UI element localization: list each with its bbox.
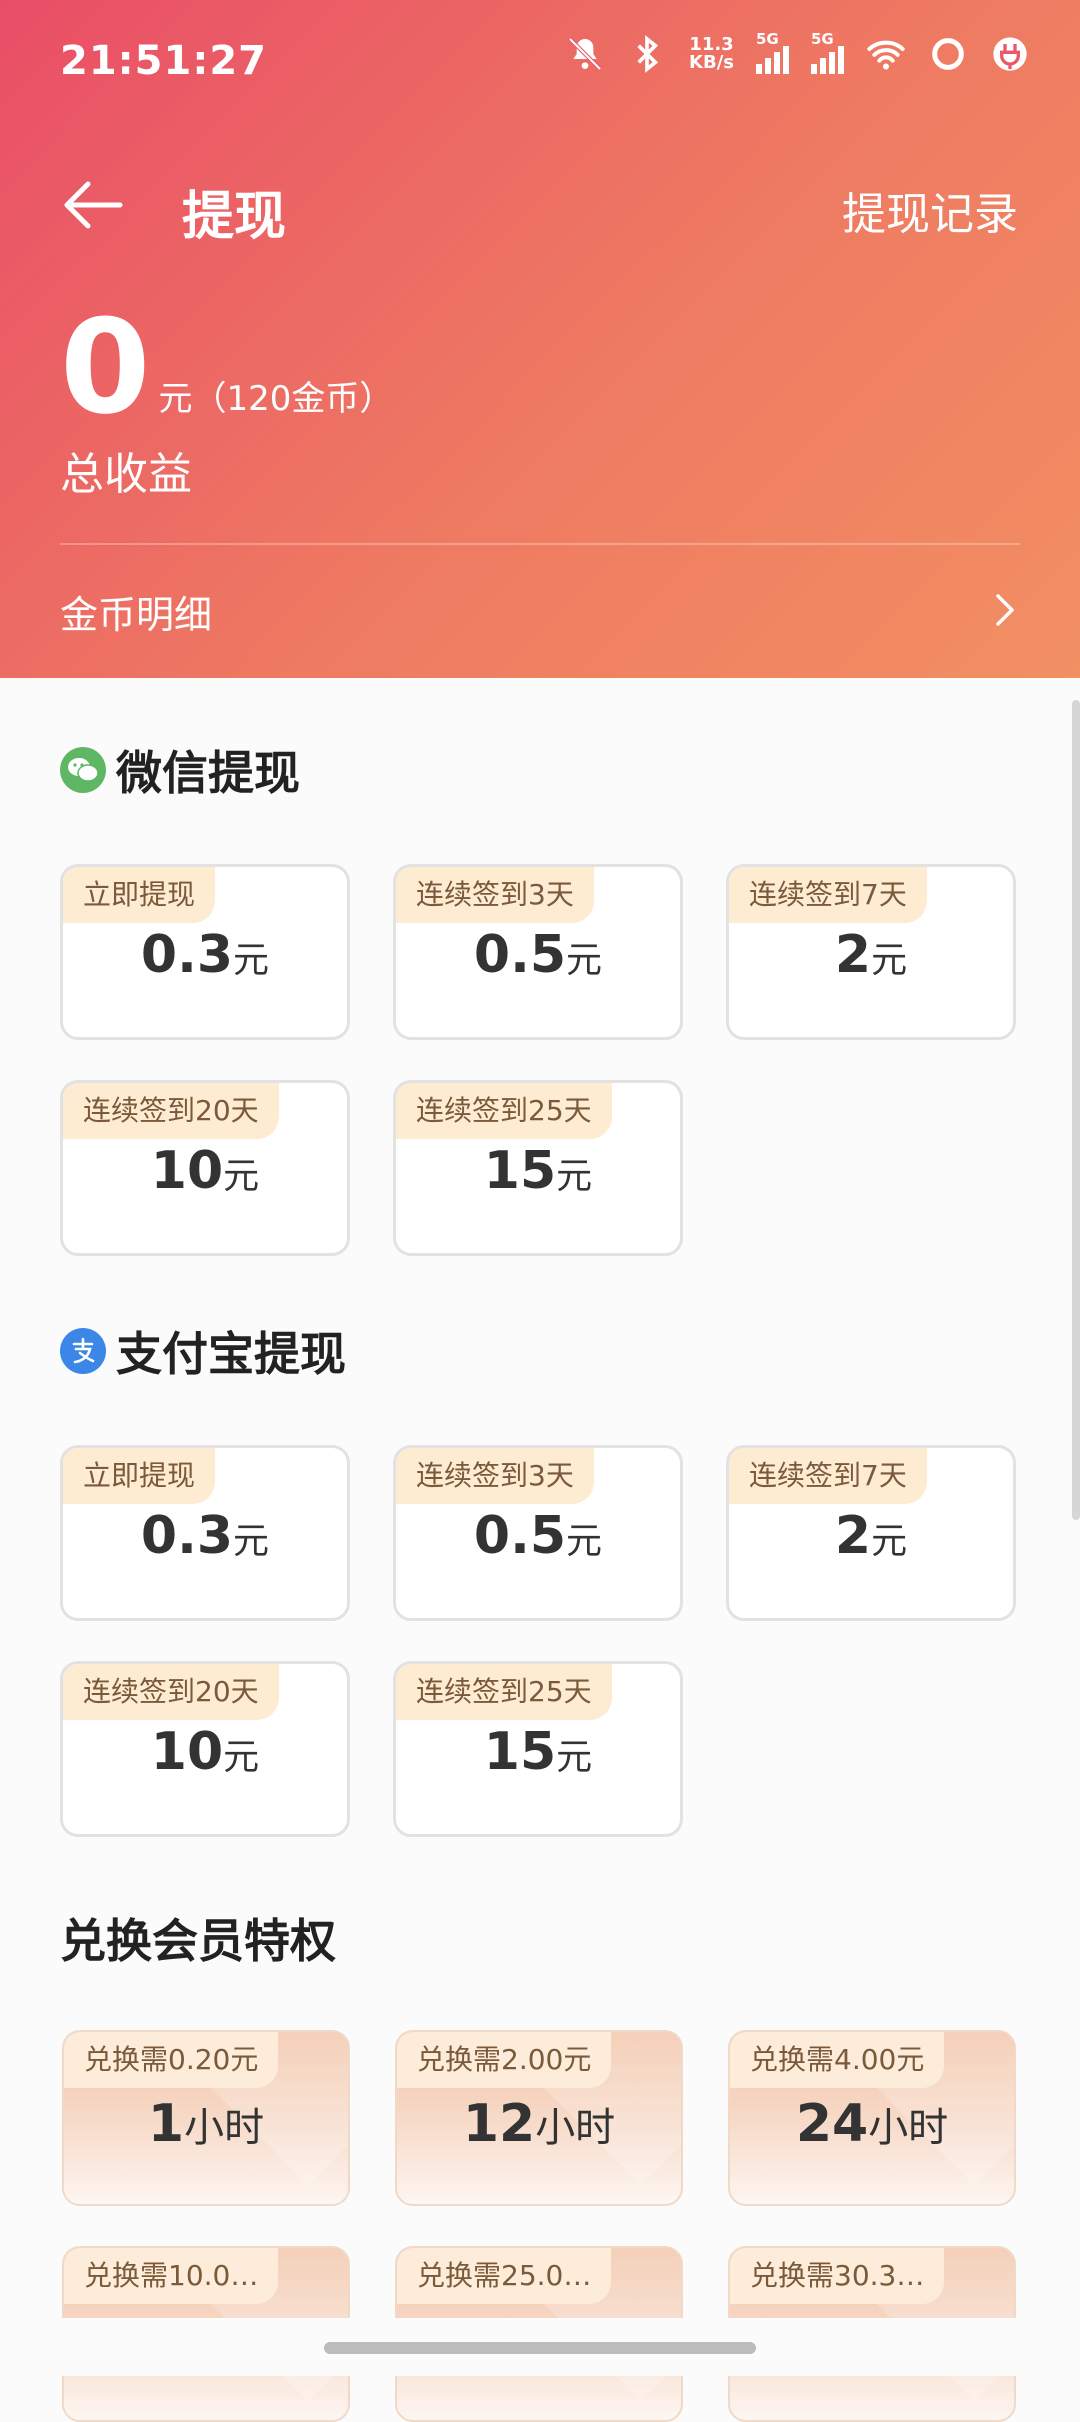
vip-amount: 1 <box>147 2094 185 2154</box>
option-unit: 元 <box>556 1737 593 1778</box>
alipay-option-card[interactable]: 连续签到7天 2元 <box>726 1445 1016 1621</box>
vip-option-card[interactable]: 兑换需0.20元 1小时 <box>62 2030 350 2206</box>
charging-icon <box>993 37 1027 71</box>
vip-option-card[interactable]: 兑换需2.00元 12小时 <box>395 2030 683 2206</box>
total-earnings-label: 总收益 <box>60 449 192 500</box>
balance-unit: 元（120金币） <box>158 379 394 419</box>
option-amount: 15 <box>483 1141 557 1201</box>
coin-detail-row[interactable]: 金币明细 <box>60 584 1020 644</box>
option-amount: 2 <box>834 925 872 985</box>
vip-section-title: 兑换会员特权 <box>60 1905 336 1971</box>
wechat-option-card[interactable]: 连续签到7天 2元 <box>726 864 1016 1040</box>
vip-unit: 小时 <box>535 2105 616 2151</box>
wechat-option-card[interactable]: 立即提现 0.3元 <box>60 864 350 1040</box>
wechat-option-card[interactable]: 连续签到25天 15元 <box>393 1080 683 1256</box>
divider <box>60 543 1020 545</box>
option-unit: 元 <box>566 1521 603 1562</box>
option-tag: 立即提现 <box>63 1448 216 1504</box>
vip-section-label: 兑换会员特权 <box>60 1914 336 1968</box>
withdraw-record-link[interactable]: 提现记录 <box>842 178 1018 242</box>
balance-display: 0 元（120金币） <box>60 282 393 432</box>
page-title: 提现 <box>182 187 287 247</box>
signal-label-1: 5G <box>756 30 779 48</box>
status-bar: 21:51:27 11.3 KB/s 5G 5G <box>0 0 1080 120</box>
bluetooth-icon <box>637 35 659 73</box>
vip-amount: 24 <box>795 2094 869 2154</box>
option-tag: 连续签到20天 <box>63 1664 279 1720</box>
wechat-icon <box>60 747 106 793</box>
alipay-option-card[interactable]: 连续签到3天 0.5元 <box>393 1445 683 1621</box>
chevron-right-icon <box>996 594 1014 626</box>
status-time: 21:51:27 <box>60 38 267 84</box>
signal-5g-1-icon: 5G <box>756 30 789 74</box>
network-speed: 11.3 KB/s <box>689 36 734 72</box>
scrollbar[interactable] <box>1072 700 1080 1520</box>
option-amount: 2 <box>834 1506 872 1566</box>
home-indicator[interactable] <box>324 2342 756 2354</box>
vip-option-card[interactable]: 兑换需4.00元 24小时 <box>728 2030 1016 2206</box>
wechat-option-card[interactable]: 连续签到3天 0.5元 <box>393 864 683 1040</box>
nav-bar: 提现 提现记录 <box>0 160 1080 250</box>
mute-bell-icon <box>568 37 602 71</box>
alipay-section-label: 支付宝提现 <box>116 1327 346 1381</box>
alipay-icon <box>60 1328 106 1374</box>
option-unit: 元 <box>566 940 603 981</box>
option-tag: 立即提现 <box>63 867 216 923</box>
alipay-section-title: 支付宝提现 <box>60 1318 346 1384</box>
option-amount: 10 <box>150 1141 224 1201</box>
vip-unit: 小时 <box>868 2105 949 2151</box>
option-tag: 连续签到7天 <box>729 1448 927 1504</box>
coin-detail-label: 金币明细 <box>60 593 213 637</box>
vip-unit: 小时 <box>184 2105 265 2151</box>
vip-amount: 12 <box>462 2094 536 2154</box>
vip-tag: 兑换需4.00元 <box>730 2032 945 2088</box>
alipay-option-card[interactable]: 连续签到25天 15元 <box>393 1661 683 1837</box>
option-amount: 15 <box>483 1722 557 1782</box>
option-amount: 0.3 <box>140 925 234 985</box>
vip-tag: 兑换需2.00元 <box>397 2032 612 2088</box>
option-unit: 元 <box>223 1156 260 1197</box>
wechat-section-label: 微信提现 <box>116 746 300 800</box>
option-tag: 连续签到25天 <box>396 1664 612 1720</box>
wechat-section-title: 微信提现 <box>60 737 300 803</box>
wechat-option-card[interactable]: 连续签到20天 10元 <box>60 1080 350 1256</box>
alipay-option-card[interactable]: 立即提现 0.3元 <box>60 1445 350 1621</box>
option-unit: 元 <box>233 1521 270 1562</box>
option-unit: 元 <box>871 940 908 981</box>
signal-5g-2-icon: 5G <box>811 30 844 74</box>
option-amount: 0.3 <box>140 1506 234 1566</box>
vip-tag: 兑换需10.0… <box>64 2248 279 2304</box>
status-icons: 11.3 KB/s 5G 5G <box>565 30 1030 74</box>
vip-tag: 兑换需25.0… <box>397 2248 612 2304</box>
option-tag: 连续签到3天 <box>396 1448 594 1504</box>
option-unit: 元 <box>556 1156 593 1197</box>
back-arrow-icon[interactable] <box>62 180 124 230</box>
signal-label-2: 5G <box>811 30 834 48</box>
alipay-option-card[interactable]: 连续签到20天 10元 <box>60 1661 350 1837</box>
vip-tag: 兑换需30.3… <box>730 2248 945 2304</box>
option-unit: 元 <box>233 940 270 981</box>
option-amount: 0.5 <box>473 925 567 985</box>
option-tag: 连续签到7天 <box>729 867 927 923</box>
wifi-icon <box>867 40 905 70</box>
header-banner: 21:51:27 11.3 KB/s 5G 5G 提现 提现记录 0 元（120… <box>0 0 1080 678</box>
option-tag: 连续签到20天 <box>63 1083 279 1139</box>
battery-ring-icon <box>932 38 964 70</box>
option-amount: 10 <box>150 1722 224 1782</box>
net-speed-unit: KB/s <box>689 52 734 73</box>
balance-amount: 0 <box>60 291 151 443</box>
option-unit: 元 <box>223 1737 260 1778</box>
option-amount: 0.5 <box>473 1506 567 1566</box>
vip-tag: 兑换需0.20元 <box>64 2032 279 2088</box>
option-unit: 元 <box>871 1521 908 1562</box>
option-tag: 连续签到25天 <box>396 1083 612 1139</box>
option-tag: 连续签到3天 <box>396 867 594 923</box>
